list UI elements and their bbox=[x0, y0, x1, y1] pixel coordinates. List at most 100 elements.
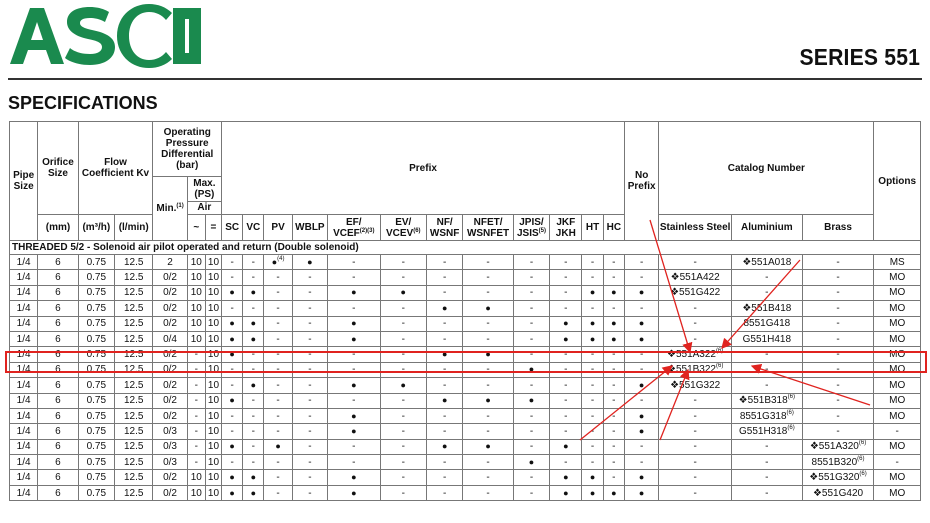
table-cell: 6 bbox=[37, 361, 79, 379]
table-cell: 1/4 bbox=[8, 423, 39, 440]
table-cell: - bbox=[242, 361, 265, 379]
header-min: Min.(1) bbox=[152, 176, 188, 241]
table-cell: - bbox=[221, 361, 244, 379]
table-cell: 10 bbox=[186, 484, 206, 502]
table-cell: ● bbox=[327, 284, 381, 302]
header-catalog-number: Catalog Number bbox=[658, 121, 875, 215]
table-cell: 10 bbox=[204, 330, 223, 348]
table-cell: 12.5 bbox=[113, 484, 154, 502]
table-cell: 1/4 bbox=[8, 377, 39, 394]
table-cell: ● bbox=[221, 284, 244, 302]
table-cell: 1/4 bbox=[8, 407, 39, 425]
table-cell: 10 bbox=[186, 253, 206, 271]
table-cell: 1/4 bbox=[8, 315, 39, 332]
table-cell: - bbox=[581, 438, 604, 456]
table-cell: - bbox=[512, 253, 551, 271]
header-unit-mm: (mm) bbox=[37, 214, 79, 241]
header-prefix-col: EF/ VCEF(2)(3) bbox=[327, 214, 381, 241]
table-cell: 0/4 bbox=[152, 330, 188, 348]
table-cell: - bbox=[581, 423, 604, 440]
table-cell: ● bbox=[581, 284, 604, 302]
table-cell: - bbox=[462, 423, 514, 440]
table-row: 1/4 6 0.75 12.5 0/2-10- - - - ● - - - - - - - ● -8551G318… bbox=[8, 407, 921, 425]
table-cell: - bbox=[462, 377, 514, 394]
table-cell: - bbox=[731, 438, 803, 456]
header-prefix-col: NFET/ WSNFET bbox=[462, 214, 514, 241]
table-cell: - bbox=[263, 300, 293, 317]
table-cell: 6 bbox=[37, 454, 79, 471]
table-cell: 0.75 bbox=[77, 377, 116, 394]
table-cell: 0.75 bbox=[77, 469, 116, 486]
table-cell: - bbox=[221, 300, 244, 317]
table-cell: 0/2 bbox=[152, 484, 188, 502]
table-cell: 8551G318(6) bbox=[731, 407, 803, 425]
table-cell: 10 bbox=[204, 269, 223, 286]
header-dc: = bbox=[204, 214, 223, 241]
table-cell: ● bbox=[581, 484, 604, 502]
table-cell: - bbox=[581, 269, 604, 286]
table-cell: ● bbox=[263, 438, 293, 456]
table-row: 1/4 6 0.75 12.5 0/4 10 10 ● ● - - ● - - - - ● ● ● ● - G551H41… bbox=[8, 330, 921, 348]
table-cell: - bbox=[658, 423, 733, 440]
header-unit-lmin: (l/min) bbox=[113, 214, 154, 241]
table-cell: - bbox=[379, 315, 427, 332]
table-cell: 12.5 bbox=[113, 300, 154, 317]
table-cell: - bbox=[291, 484, 329, 502]
table-cell: - bbox=[512, 469, 551, 486]
table-cell: 0.75 bbox=[77, 315, 116, 332]
section-row-threaded: THREADED 5/2 - Solenoid air pilot operat… bbox=[9, 240, 921, 255]
table-cell: ● bbox=[581, 469, 604, 486]
table-cell: - bbox=[327, 300, 381, 317]
table-cell: 6 bbox=[37, 438, 79, 456]
table-cell: - bbox=[221, 423, 244, 440]
table-cell: ● bbox=[327, 330, 381, 348]
table-cell: - bbox=[731, 469, 803, 486]
table-cell: ● bbox=[242, 469, 265, 486]
table-cell: - bbox=[462, 361, 514, 379]
table-cell: - bbox=[327, 253, 381, 271]
table-cell: - bbox=[658, 484, 733, 502]
table-cell: ● bbox=[221, 392, 244, 409]
table-cell: ❖551A322(6) bbox=[658, 346, 733, 363]
table-row: 1/4 6 0.75 12.5 0/2 10 10 ● ● - - ● - - - - ● ● ● ● -8551G41… bbox=[8, 315, 921, 332]
header-prefix-col: NF/ WSNF bbox=[425, 214, 464, 241]
table-cell: - bbox=[512, 423, 551, 440]
table-cell: ● bbox=[623, 484, 660, 502]
table-cell: - bbox=[623, 269, 660, 286]
table-cell: 10 bbox=[204, 377, 223, 394]
table-cell: ● bbox=[242, 330, 265, 348]
table-cell: 0/2 bbox=[152, 346, 188, 363]
table-cell: MS bbox=[873, 253, 921, 271]
table-cell: - bbox=[602, 469, 625, 486]
page-title: SPECIFICATIONS bbox=[8, 93, 158, 113]
table-cell: - bbox=[425, 284, 464, 302]
table-cell: ● bbox=[602, 330, 625, 348]
table-cell: - bbox=[242, 438, 265, 456]
table-cell: ● bbox=[512, 392, 551, 409]
table-cell: ● bbox=[425, 438, 464, 456]
table-cell: - bbox=[549, 407, 583, 425]
table-cell: - bbox=[242, 300, 265, 317]
table-cell: - bbox=[425, 423, 464, 440]
table-cell: - bbox=[462, 330, 514, 348]
table-cell: - bbox=[291, 469, 329, 486]
table-row: 1/4 6 0.75 12.5 0/2 10 10- - - - - - ● ● - - - - - - ❖551B41… bbox=[8, 300, 921, 317]
table-cell: 10 bbox=[204, 469, 223, 486]
table-cell: 12.5 bbox=[113, 407, 154, 425]
table-cell: - bbox=[512, 377, 551, 394]
table-cell: MO bbox=[873, 300, 921, 317]
table-cell: ● bbox=[379, 377, 427, 394]
table-row: 1/4 6 0.75 12.5 2 10 10- - ●(4) ● - - - - - - - - - - ❖551A0… bbox=[8, 253, 921, 271]
asco-logo: ™ bbox=[10, 4, 201, 68]
table-cell: 1/4 bbox=[8, 392, 39, 409]
table-cell: MO bbox=[873, 361, 921, 379]
table-cell: 0.75 bbox=[77, 361, 116, 379]
table-cell: - bbox=[221, 407, 244, 425]
table-cell: - bbox=[263, 284, 293, 302]
header-prefix-col: JPIS/ JSIS(5) bbox=[512, 214, 551, 241]
table-cell: - bbox=[462, 253, 514, 271]
table-cell: - bbox=[242, 346, 265, 363]
table-cell: 0.75 bbox=[77, 484, 116, 502]
table-cell: 10 bbox=[186, 284, 206, 302]
table-cell: - bbox=[581, 361, 604, 379]
